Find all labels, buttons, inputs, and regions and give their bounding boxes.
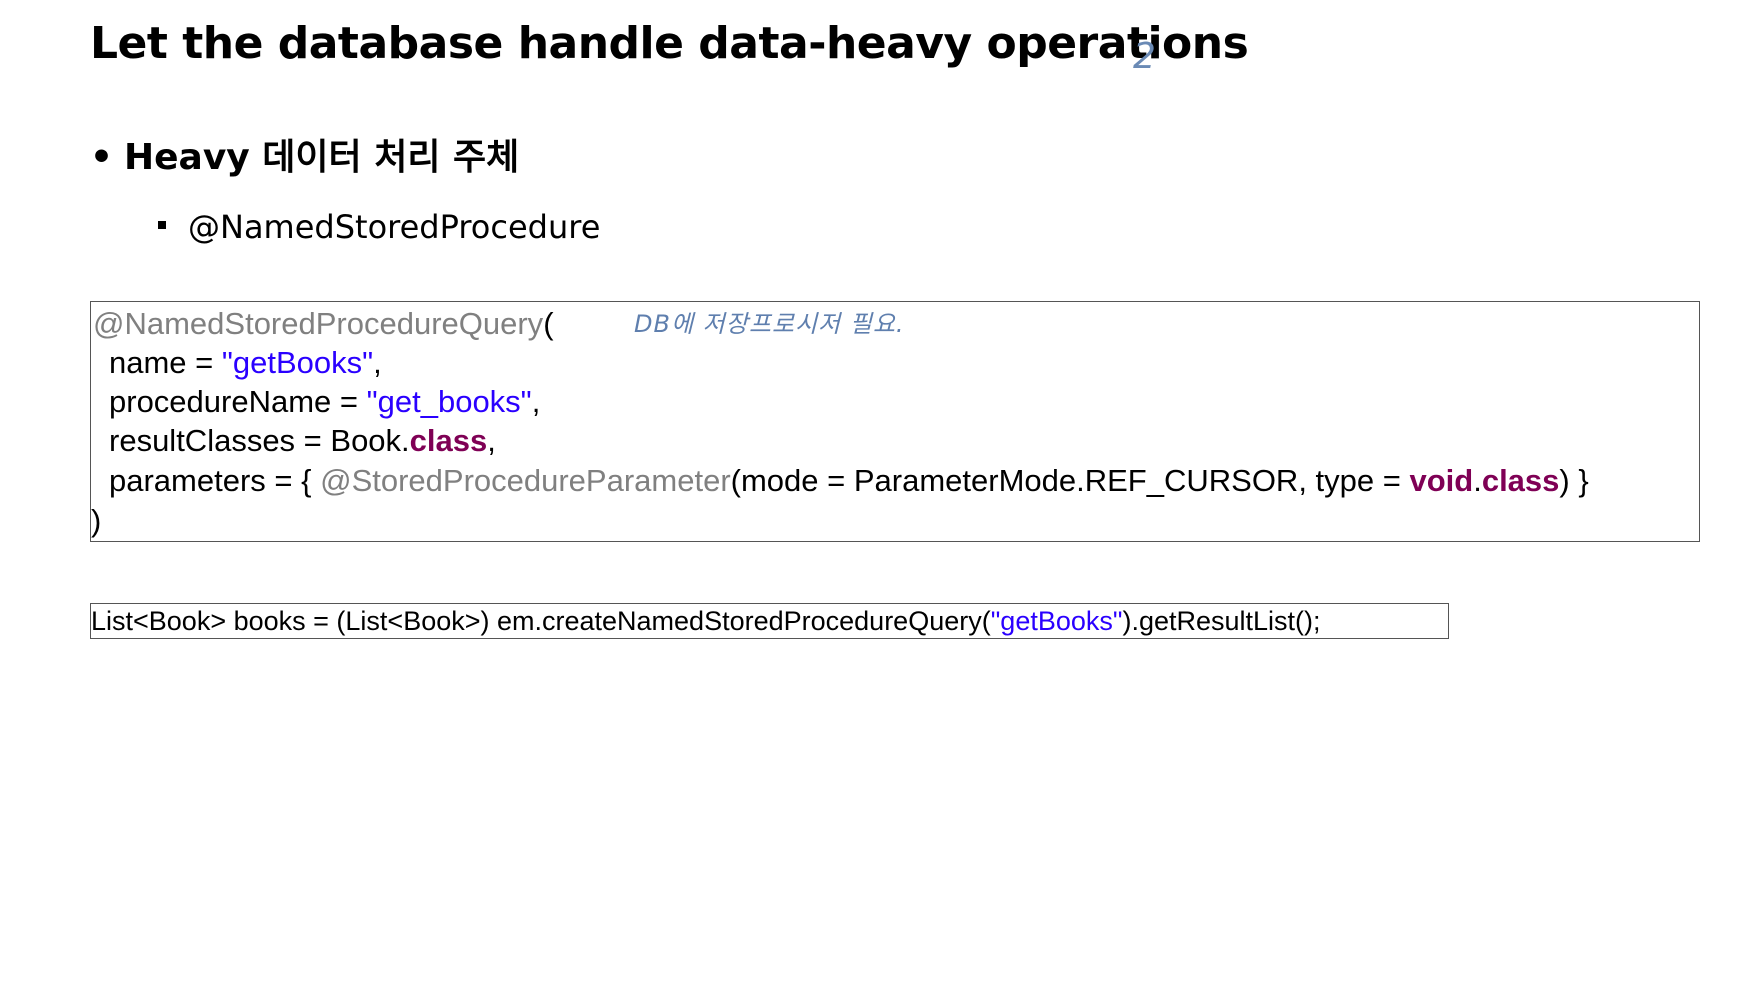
code-text: ,: [531, 384, 541, 419]
code-text: procedureName =: [109, 384, 367, 419]
keyword-token: void: [1409, 463, 1474, 498]
code-text: resultClasses = Book.: [109, 423, 410, 458]
keyword-token: class: [409, 423, 488, 458]
square-bullet-icon: [158, 221, 166, 229]
code-line-4: resultClasses = Book.class,: [109, 421, 496, 461]
string-token: "get_books": [366, 384, 532, 419]
code-text: ,: [373, 345, 382, 380]
paren-token: (: [543, 306, 554, 341]
code-line-2: name = "getBooks",: [109, 343, 382, 383]
bullet-heavy-data: • Heavy 데이터 처리 주체: [90, 128, 519, 180]
code-text: List<Book> books = (List<Book>) em.creat…: [91, 606, 991, 636]
code-line-6: ): [91, 503, 102, 538]
annotation-token: @NamedStoredProcedureQuery: [93, 306, 544, 341]
bullet-dot-icon: •: [90, 137, 114, 178]
string-token: "getBooks": [990, 606, 1123, 636]
code-text: ,: [487, 423, 496, 458]
code-text: ) }: [1559, 463, 1589, 498]
slide-title: Let the database handle data-heavy opera…: [90, 18, 1249, 69]
handwritten-note: DB에 저장프로시저 필요.: [634, 310, 905, 338]
code-text: parameters = {: [109, 463, 321, 498]
code-text: ).getResultList();: [1122, 606, 1321, 636]
code-text: .: [1473, 463, 1482, 498]
code-block-query-call: List<Book> books = (List<Book>) em.creat…: [90, 603, 1449, 639]
code-line-3: procedureName = "get_books",: [109, 382, 540, 422]
handwritten-page-mark: 2: [1133, 36, 1156, 77]
code-line-1: @NamedStoredProcedureQuery(: [93, 304, 554, 344]
keyword-token: class: [1481, 463, 1560, 498]
bullet-text: Heavy 데이터 처리 주체: [124, 137, 520, 178]
code-text: name =: [109, 345, 222, 380]
string-token: "getBooks": [221, 345, 374, 380]
sub-bullet-named-stored-procedure: @NamedStoredProcedure: [158, 208, 600, 246]
sub-bullet-text: @NamedStoredProcedure: [188, 208, 601, 246]
code-line: List<Book> books = (List<Book>) em.creat…: [91, 604, 1321, 638]
code-line-5: parameters = { @StoredProcedureParameter…: [109, 461, 1589, 501]
annotation-token: @StoredProcedureParameter: [320, 463, 731, 498]
code-text: (mode = ParameterMode.REF_CURSOR, type =: [730, 463, 1410, 498]
